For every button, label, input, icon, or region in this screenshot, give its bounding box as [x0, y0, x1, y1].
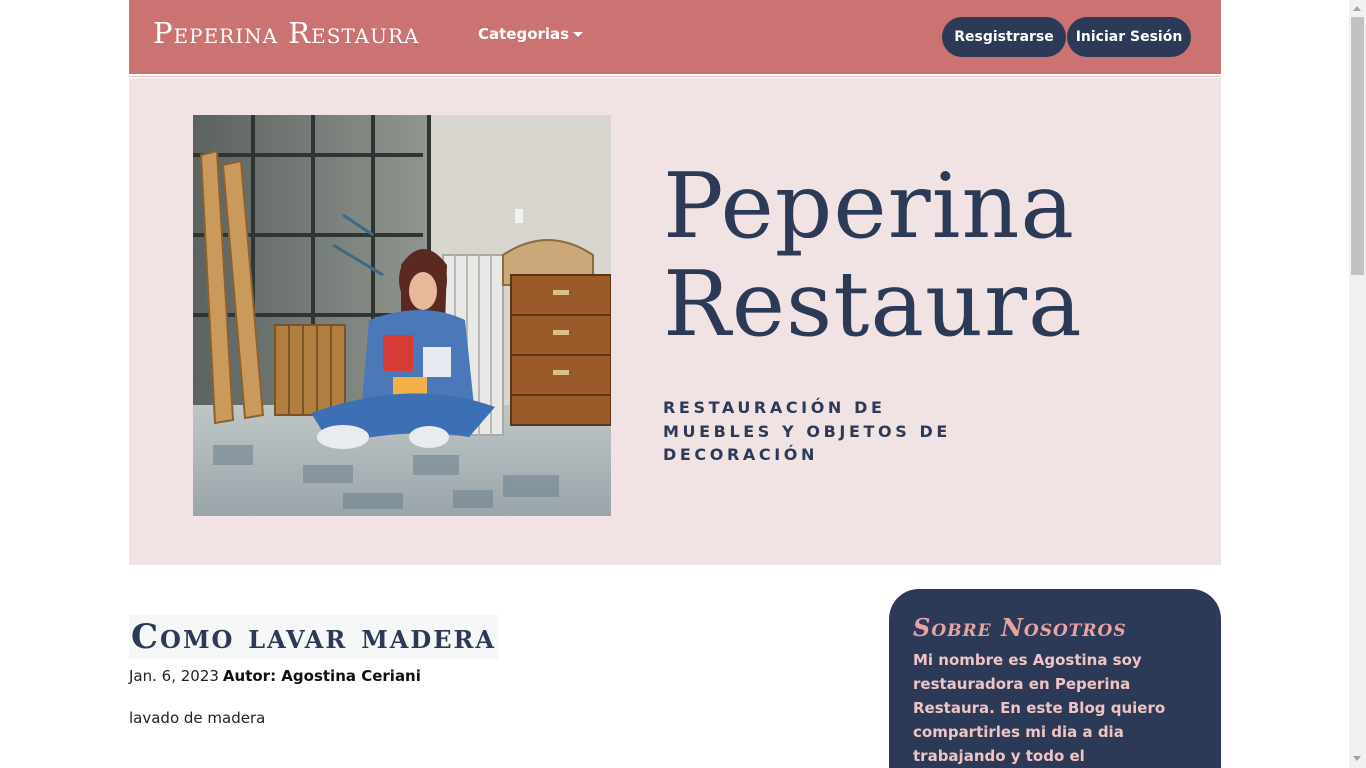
post-date: Jan. 6, 2023 [129, 667, 219, 685]
hero-title: Peperina Restaura [663, 158, 1083, 354]
about-us-card: Sobre Nosotros Mi nombre es Agostina soy… [889, 589, 1221, 768]
chevron-down-icon [573, 32, 584, 37]
navbar-divider [129, 74, 1221, 77]
post-title-link[interactable]: Como lavar madera [129, 615, 499, 659]
top-navbar: Peperina Restaura Categorias Resgistrars… [129, 0, 1221, 74]
hero-title-line2: Restaura [663, 252, 1083, 357]
post-author: Autor: Agostina Ceriani [222, 667, 421, 685]
register-button[interactable]: Resgistrarse [942, 17, 1066, 57]
login-button[interactable]: Iniciar Sesión [1067, 17, 1191, 57]
hero-subtitle: Restauración de muebles y objetos de dec… [663, 398, 951, 464]
post-meta: Jan. 6, 2023 Autor: Agostina Ceriani [129, 667, 421, 685]
woman-sitting-among-furniture-photo [193, 115, 611, 516]
scroll-up-arrow-icon[interactable] [1353, 6, 1361, 11]
categories-label: Categorias [478, 25, 570, 43]
about-text: Mi nombre es Agostina soy restauradora e… [913, 651, 1166, 765]
hero-title-line1: Peperina [663, 154, 1076, 259]
categories-dropdown[interactable]: Categorias [478, 25, 584, 43]
scrollbar-thumb[interactable] [1351, 17, 1364, 275]
scroll-down-arrow-icon[interactable] [1353, 756, 1361, 761]
vertical-scrollbar[interactable] [1349, 0, 1366, 768]
brand-logo-link[interactable]: Peperina Restaura [153, 16, 419, 50]
post-excerpt: lavado de madera [129, 709, 266, 727]
about-title: Sobre Nosotros [913, 613, 1127, 642]
hero-banner: Peperina Restaura Restauración de mueble… [129, 78, 1221, 565]
